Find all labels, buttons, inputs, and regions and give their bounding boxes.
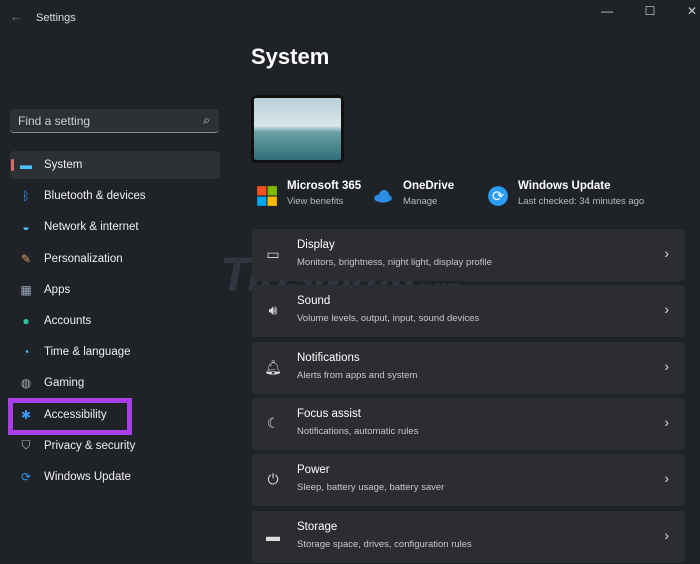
- card-notifications[interactable]: 🔔︎ Notifications Alerts from apps and syst…: [252, 341, 685, 394]
- gamepad-icon: ◍: [20, 376, 32, 391]
- card-subtitle: Sleep, battery usage, battery saver: [297, 482, 445, 494]
- sidebar-item-label: Personalization: [44, 252, 123, 265]
- card-title: Focus assist: [297, 407, 361, 420]
- update-icon: ⟳: [20, 469, 32, 484]
- sidebar-item-privacy-security[interactable]: ⛉ Privacy & security: [10, 432, 220, 460]
- desktop-wallpaper-preview[interactable]: [251, 95, 344, 163]
- card-title: Storage: [297, 520, 338, 533]
- card-title: Power: [297, 464, 330, 477]
- sidebar-item-windows-update[interactable]: ⟳ Windows Update: [10, 463, 220, 491]
- sidebar-item-system[interactable]: ▬ System: [10, 151, 220, 179]
- card-focus-assist[interactable]: ☾ Focus assist Notifications, automatic ru…: [252, 397, 685, 450]
- back-button[interactable]: ←: [10, 9, 23, 24]
- card-subtitle: Notifications, automatic rules: [297, 425, 419, 437]
- shield-icon: ⛉: [21, 438, 31, 453]
- wifi-icon: ◒: [22, 220, 30, 235]
- search-icon: ⌕: [203, 113, 210, 127]
- chevron-right-icon: ›: [664, 301, 669, 318]
- title-bar: ← Settings — ☐ ✕: [0, 0, 700, 36]
- card-title: Sound: [297, 295, 331, 308]
- card-display[interactable]: ▭ Display Monitors, brightness, night ligh…: [252, 229, 685, 281]
- person-icon: ●: [22, 313, 30, 328]
- chevron-right-icon: ›: [664, 526, 669, 543]
- sidebar-item-personalization[interactable]: ✎ Personalization: [10, 245, 220, 273]
- power-icon: ⏻: [267, 471, 279, 488]
- sidebar-item-label: Apps: [44, 283, 71, 296]
- sidebar-item-label: Accounts: [44, 314, 92, 327]
- app-title: Settings: [36, 12, 76, 24]
- chevron-right-icon: ›: [664, 470, 669, 487]
- sidebar-item-label: Network & internet: [44, 221, 139, 234]
- bluetooth-icon: ᛒ: [22, 189, 30, 204]
- quick-title: Microsoft 365: [287, 180, 362, 192]
- sidebar-item-accounts[interactable]: ● Accounts: [10, 307, 220, 335]
- close-button[interactable]: ✕: [680, 4, 700, 18]
- chevron-right-icon: ›: [664, 413, 669, 430]
- quick-subtitle: Last checked: 34 minutes ago: [518, 196, 645, 207]
- sidebar-item-label: Bluetooth & devices: [44, 190, 146, 203]
- search-placeholder: Find a setting: [18, 114, 91, 128]
- quick-onedrive[interactable]: OneDrive Manage: [372, 180, 454, 207]
- storage-icon: ▬: [266, 527, 280, 544]
- sidebar-item-label: Gaming: [44, 377, 85, 390]
- sidebar-item-label: Privacy & security: [44, 439, 136, 452]
- quick-title: Windows Update: [518, 180, 611, 192]
- bell-icon: 🔔︎: [264, 358, 282, 375]
- apps-icon: ▦: [20, 282, 32, 297]
- page-title: System: [251, 44, 330, 69]
- chevron-right-icon: ›: [664, 357, 669, 374]
- globe-clock-icon: ◔: [22, 345, 30, 360]
- monitor-icon: ▬: [20, 158, 32, 172]
- microsoft-logo-icon: [257, 186, 277, 206]
- sidebar-item-time-language[interactable]: ◔ Time & language: [10, 338, 220, 366]
- laptop-icon: ▭: [266, 246, 280, 262]
- card-storage[interactable]: ▬ Storage Storage space, drives, configura…: [252, 510, 685, 563]
- sidebar-item-apps[interactable]: ▦ Apps: [10, 276, 220, 304]
- card-subtitle: Alerts from apps and system: [297, 369, 418, 381]
- accessibility-highlight-box: [8, 398, 132, 435]
- sidebar-nav: ▬ System ᛒ Bluetooth & devices ◒ Network & in…: [10, 151, 220, 494]
- quick-windows-update[interactable]: ⟳ Windows Update Last checked: 34 minutes…: [487, 180, 644, 207]
- cloud-icon: [374, 189, 392, 203]
- minimize-button[interactable]: —: [595, 4, 619, 18]
- update-icon: ⟳: [488, 186, 508, 206]
- quick-subtitle: View benefits: [287, 196, 344, 207]
- maximize-button[interactable]: ☐: [638, 4, 662, 18]
- svg-text:⟳: ⟳: [492, 189, 504, 205]
- sidebar-item-label: Time & language: [44, 346, 131, 359]
- brush-icon: ✎: [20, 251, 32, 266]
- card-subtitle: Monitors, brightness, night light, displ…: [297, 257, 492, 268]
- card-subtitle: Storage space, drives, configuration rul…: [297, 538, 472, 550]
- sidebar-item-network-internet[interactable]: ◒ Network & internet: [10, 213, 220, 241]
- sidebar-item-label: Windows Update: [44, 470, 131, 483]
- speaker-icon: 🔊︎: [268, 302, 278, 319]
- card-title: Notifications: [297, 351, 360, 364]
- card-power[interactable]: ⏻ Power Sleep, battery usage, battery save…: [252, 454, 685, 507]
- sidebar-item-bluetooth-devices[interactable]: ᛒ Bluetooth & devices: [10, 182, 220, 210]
- card-sound[interactable]: 🔊︎ Sound Volume levels, output, input, sou…: [252, 285, 685, 338]
- chevron-right-icon: ›: [664, 245, 669, 261]
- sidebar-item-gaming[interactable]: ◍ Gaming: [10, 369, 220, 397]
- sidebar-item-label: System: [44, 159, 83, 171]
- card-title: Display: [297, 239, 335, 251]
- card-subtitle: Volume levels, output, input, sound devi…: [297, 313, 480, 325]
- quick-title: OneDrive: [403, 180, 455, 192]
- quick-microsoft365[interactable]: Microsoft 365 View benefits: [256, 180, 361, 207]
- moon-icon: ☾: [266, 414, 280, 431]
- search-input[interactable]: Find a setting ⌕: [10, 109, 219, 133]
- quick-subtitle: Manage: [403, 196, 438, 207]
